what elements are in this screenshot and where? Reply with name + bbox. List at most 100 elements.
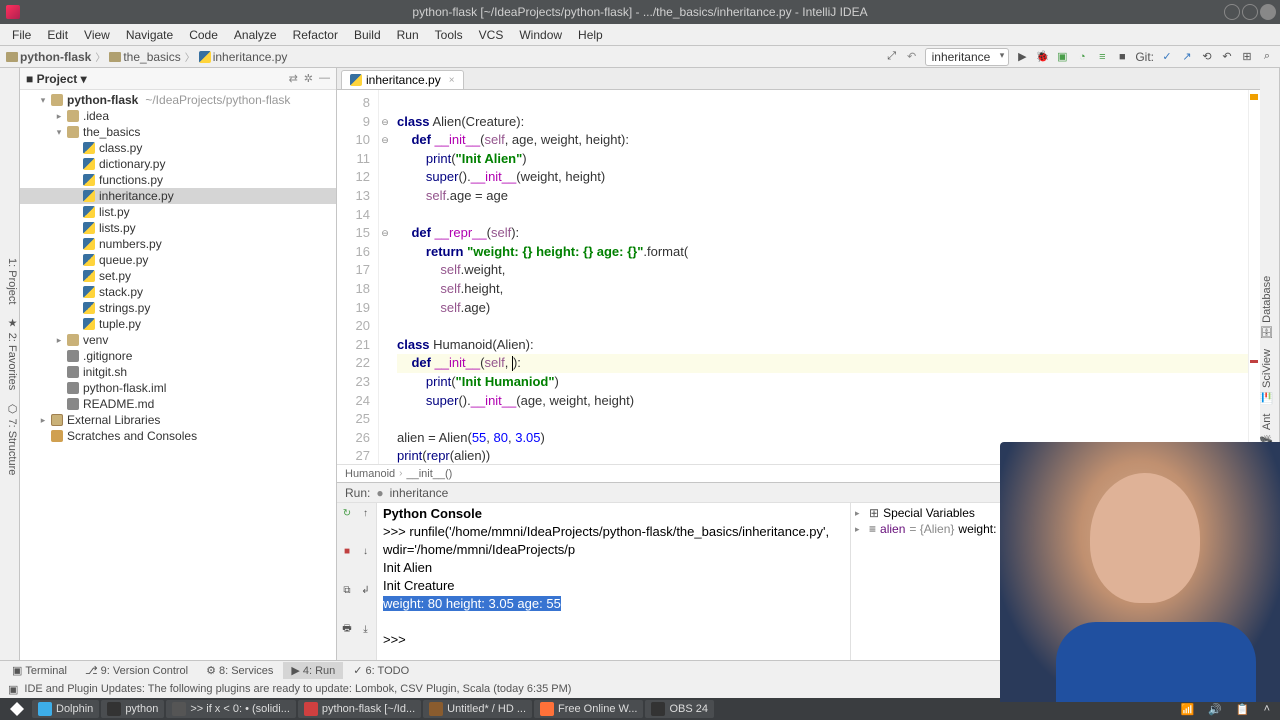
tree-item[interactable]: queue.py (20, 252, 336, 268)
menu-view[interactable]: View (76, 26, 118, 44)
vcs-commit-icon[interactable]: ↗ (1180, 50, 1194, 64)
tree-item[interactable]: ▸venv (20, 332, 336, 348)
code-editor[interactable]: 89101112131415161718192021222324252627 ⊖… (337, 90, 1260, 464)
breadcrumb-item[interactable]: python-flask (6, 50, 91, 64)
wrap-icon[interactable]: ↲ (358, 583, 374, 599)
editor-tab[interactable]: inheritance.py × (341, 70, 464, 89)
bottom-tab[interactable]: ⎇ 9: Version Control (77, 662, 196, 679)
menu-navigate[interactable]: Navigate (118, 26, 181, 44)
tree-item[interactable]: class.py (20, 140, 336, 156)
project-settings-icon[interactable]: ✲ (304, 72, 313, 85)
bottom-tab[interactable]: ▣ Terminal (4, 662, 75, 679)
maximize-button[interactable] (1242, 4, 1258, 20)
search-icon[interactable]: ⌕ (1260, 50, 1274, 64)
menu-run[interactable]: Run (389, 26, 427, 44)
run-button[interactable]: ▶ (1015, 50, 1029, 64)
tree-item[interactable]: dictionary.py (20, 156, 336, 172)
vcs-update-icon[interactable]: ✓ (1160, 50, 1174, 64)
menu-analyze[interactable]: Analyze (226, 26, 285, 44)
tree-item[interactable]: set.py (20, 268, 336, 284)
tree-item[interactable]: README.md (20, 396, 336, 412)
concurrency-button[interactable]: ≡ (1095, 50, 1109, 64)
profile-button[interactable]: ◔ (1075, 50, 1089, 64)
run-down-icon[interactable]: ↓ (358, 544, 374, 560)
run-stop-icon[interactable]: ■ (339, 544, 355, 560)
bottom-tab[interactable]: ⚙ 8: Services (198, 662, 281, 679)
python-file-icon (350, 74, 362, 86)
close-tab-icon[interactable]: × (449, 75, 455, 86)
tray-network-icon[interactable]: 📶 (1174, 700, 1200, 718)
console-output[interactable]: Python Console >>> runfile('/home/mmni/I… (377, 503, 850, 660)
console-line: Init Alien (383, 559, 844, 577)
left-tool-stripe[interactable]: 1: Project ★ 2: Favorites ⬡ 7: Structure (0, 68, 20, 660)
taskbar-app[interactable]: python (101, 700, 164, 718)
menu-edit[interactable]: Edit (39, 26, 76, 44)
taskbar-app[interactable]: >> if x < 0: • (solidi... (166, 700, 296, 718)
tray-volume-icon[interactable]: 🔊 (1202, 700, 1228, 718)
menu-file[interactable]: File (4, 26, 39, 44)
tree-item[interactable]: list.py (20, 204, 336, 220)
tree-root[interactable]: ▾ python-flask ~/IdeaProjects/python-fla… (20, 92, 336, 108)
menu-window[interactable]: Window (511, 26, 570, 44)
vcs-revert-icon[interactable]: ↶ (1220, 50, 1234, 64)
error-stripe[interactable] (1248, 90, 1260, 464)
project-select-icon[interactable]: ⇄ (289, 72, 298, 85)
minimize-button[interactable] (1224, 4, 1240, 20)
tree-item[interactable]: inheritance.py (20, 188, 336, 204)
stop-button[interactable]: ■ (1115, 50, 1129, 64)
tree-external-libraries[interactable]: ▸External Libraries (20, 412, 336, 428)
settings-icon[interactable]: ⊞ (1240, 50, 1254, 64)
tree-scratches[interactable]: Scratches and Consoles (20, 428, 336, 444)
line-gutter[interactable]: 89101112131415161718192021222324252627 (337, 90, 379, 464)
menu-tools[interactable]: Tools (427, 26, 471, 44)
breadcrumb-item[interactable]: inheritance.py (199, 50, 288, 64)
tree-item[interactable]: ▸.idea (20, 108, 336, 124)
taskbar-app[interactable]: Free Online W... (534, 700, 643, 718)
coverage-button[interactable]: ▣ (1055, 50, 1069, 64)
rerun-icon[interactable]: ↻ (339, 505, 355, 521)
taskbar-app[interactable]: python-flask [~/Id... (298, 700, 421, 718)
taskbar-app[interactable]: Untitled* / HD ... (423, 700, 532, 718)
tree-item[interactable]: numbers.py (20, 236, 336, 252)
menu-help[interactable]: Help (570, 26, 611, 44)
gutter-marks[interactable]: ⊖⊖⊖ (379, 90, 391, 464)
print-icon[interactable]: 🖶 (339, 621, 355, 637)
tree-item[interactable]: tuple.py (20, 316, 336, 332)
tree-item[interactable]: python-flask.iml (20, 380, 336, 396)
main-menu: FileEditViewNavigateCodeAnalyzeRefactorB… (0, 24, 1280, 46)
tree-item[interactable]: functions.py (20, 172, 336, 188)
tree-item[interactable]: stack.py (20, 284, 336, 300)
attach-icon[interactable]: ⧉ (339, 583, 355, 599)
taskbar-app[interactable]: OBS 24 (645, 700, 714, 718)
scroll-icon[interactable]: ⤓ (358, 621, 374, 637)
bottom-tab[interactable]: ▶ 4: Run (283, 662, 343, 679)
tray-clipboard-icon[interactable]: 📋 (1230, 700, 1256, 718)
project-tree[interactable]: ▾ python-flask ~/IdeaProjects/python-fla… (20, 90, 336, 660)
menu-build[interactable]: Build (346, 26, 389, 44)
menu-code[interactable]: Code (181, 26, 226, 44)
tree-item[interactable]: ▾the_basics (20, 124, 336, 140)
taskbar-app[interactable]: Dolphin (32, 700, 99, 718)
project-hide-icon[interactable]: — (319, 72, 330, 85)
close-button[interactable] (1260, 4, 1276, 20)
run-up-icon[interactable]: ↑ (358, 505, 374, 521)
tray-chevron-icon[interactable]: ˄ (1258, 700, 1276, 718)
console-line-selected: weight: 80 height: 3.05 age: 55 (383, 596, 561, 611)
console-prompt[interactable]: >>> (383, 631, 844, 649)
kde-menu-icon[interactable] (4, 700, 30, 718)
tree-item[interactable]: .gitignore (20, 348, 336, 364)
tree-item[interactable]: lists.py (20, 220, 336, 236)
run-config-dropdown[interactable]: inheritance (925, 48, 1010, 66)
menu-vcs[interactable]: VCS (471, 26, 512, 44)
bottom-tab[interactable]: ✓ 6: TODO (345, 662, 417, 679)
breadcrumb-item[interactable]: the_basics (109, 50, 180, 64)
debug-button[interactable]: 🐞 (1035, 50, 1049, 64)
code-content[interactable]: class Alien(Creature): def __init__(self… (391, 90, 1260, 464)
nav-back-icon[interactable]: ↶ (905, 50, 919, 64)
tree-item[interactable]: strings.py (20, 300, 336, 316)
tree-item[interactable]: initgit.sh (20, 364, 336, 380)
console-line: >>> runfile('/home/mmni/IdeaProjects/pyt… (383, 523, 844, 559)
menu-refactor[interactable]: Refactor (285, 26, 346, 44)
vcs-history-icon[interactable]: ⟲ (1200, 50, 1214, 64)
build-icon[interactable]: ⤢ (885, 50, 899, 64)
